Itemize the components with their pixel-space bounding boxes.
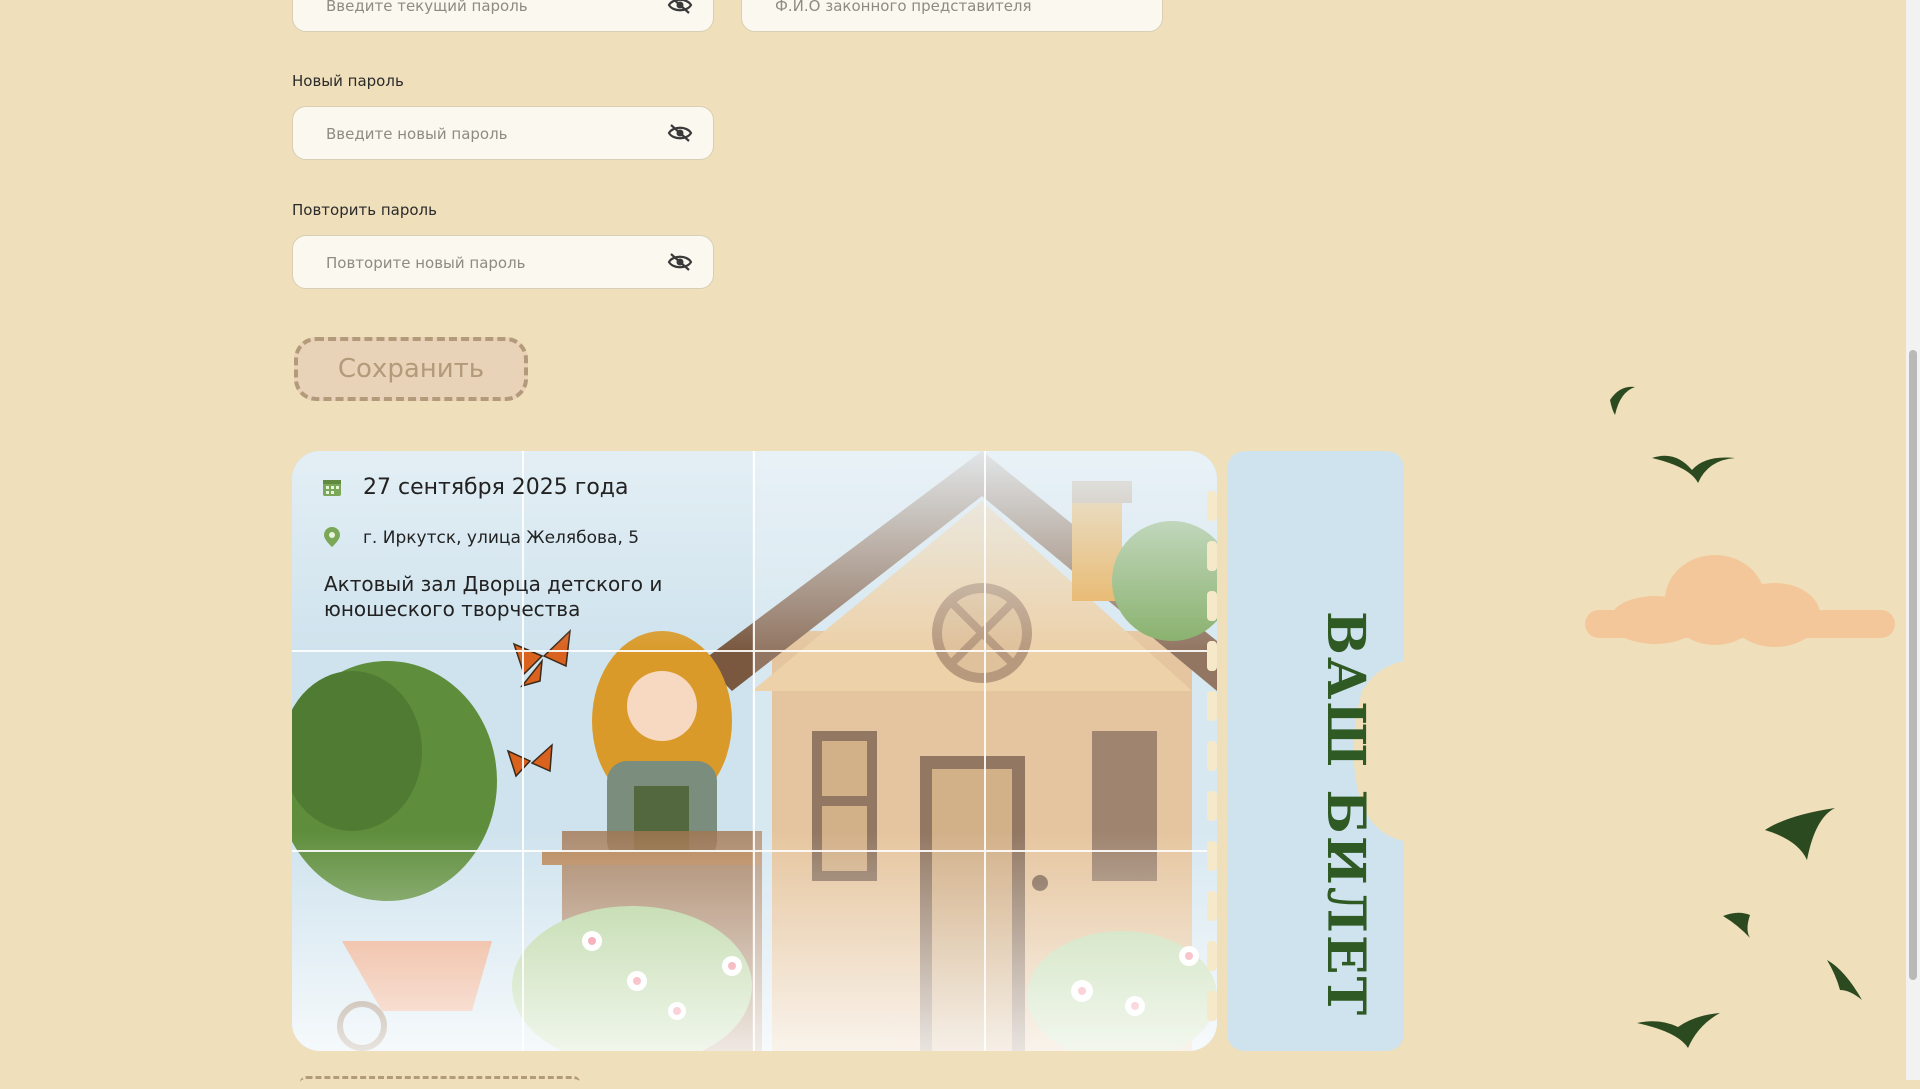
bird-icon xyxy=(1723,912,1750,938)
guardian-name-field[interactable] xyxy=(741,0,1163,33)
repeat-password-label: Повторить пароль xyxy=(292,201,437,219)
eye-slash-icon[interactable] xyxy=(667,252,693,272)
page-scrollbar[interactable] xyxy=(1906,0,1920,1080)
ticket-stub: ВАШ БИЛЕТ xyxy=(1227,451,1404,1051)
decorative-birds xyxy=(1585,386,1895,1048)
current-password-field[interactable] xyxy=(292,0,714,33)
bird-icon xyxy=(1610,386,1635,415)
eye-slash-icon[interactable] xyxy=(667,123,693,143)
cloud-icon xyxy=(1585,555,1895,647)
ticket-address-text: г. Иркутск, улица Желябова, 5 xyxy=(363,528,640,548)
bird-icon xyxy=(1652,455,1735,483)
bird-icon xyxy=(1827,960,1862,1000)
scrollbar-thumb[interactable] xyxy=(1909,350,1917,980)
current-password-input[interactable] xyxy=(324,0,658,33)
ticket-date: 27 сентября 2025 года xyxy=(323,475,629,500)
location-pin-icon xyxy=(324,527,340,547)
bird-icon xyxy=(1765,808,1835,860)
calendar-icon xyxy=(323,480,341,496)
event-ticket: 27 сентября 2025 года г. Иркутск, улица … xyxy=(292,451,1217,1051)
bird-icon xyxy=(1637,1013,1720,1048)
save-button[interactable]: Сохранить xyxy=(294,337,528,401)
new-password-label: Новый пароль xyxy=(292,72,404,90)
eye-slash-icon[interactable] xyxy=(667,0,693,15)
ticket-date-text: 27 сентября 2025 года xyxy=(363,475,629,500)
new-password-input[interactable] xyxy=(324,107,658,161)
repeat-password-input[interactable] xyxy=(324,236,658,290)
new-password-field[interactable] xyxy=(292,106,714,161)
ticket-stub-title: ВАШ БИЛЕТ xyxy=(1315,611,1376,1018)
next-section-edge xyxy=(300,1076,580,1089)
ticket-venue: Актовый зал Дворца детского и юношеского… xyxy=(324,572,663,621)
repeat-password-field[interactable] xyxy=(292,235,714,290)
guardian-name-input[interactable] xyxy=(773,0,1107,33)
ticket-address: г. Иркутск, улица Желябова, 5 xyxy=(324,527,640,548)
